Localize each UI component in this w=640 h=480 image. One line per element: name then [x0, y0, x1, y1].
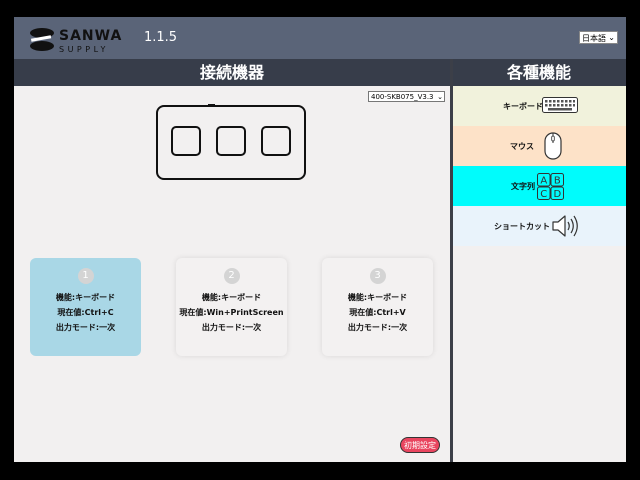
- device-key-2[interactable]: [216, 126, 246, 156]
- key-card-1[interactable]: 1 機能:キーボード 現在値:Ctrl+C 出力モード:一次: [30, 258, 141, 356]
- svg-text:D: D: [553, 189, 561, 200]
- keyboard-icon: [542, 97, 578, 113]
- function-label: マウス: [510, 142, 534, 151]
- key-output-mode: 出力モード:一次: [55, 323, 116, 332]
- key-card-3[interactable]: 3 機能:キーボード 現在値:Ctrl+V 出力モード:一次: [322, 258, 433, 356]
- key-current-value: 現在値:Win+PrintScreen: [179, 308, 284, 317]
- function-keyboard[interactable]: キーボード: [453, 86, 626, 126]
- key-current-value: 現在値:Ctrl+V: [349, 308, 406, 317]
- svg-text:B: B: [554, 176, 561, 187]
- abcd-icon: AB CD: [537, 173, 564, 200]
- language-select[interactable]: 日本語 ⌄: [579, 31, 618, 44]
- device-key-1[interactable]: [171, 126, 201, 156]
- key-current-value: 現在値:Ctrl+C: [57, 308, 114, 317]
- language-select-value: 日本語: [582, 34, 606, 43]
- key-number-badge: 2: [223, 268, 240, 284]
- key-function: 機能:キーボード: [55, 293, 116, 302]
- function-mouse[interactable]: マウス: [453, 126, 626, 166]
- device-notch: [208, 104, 215, 107]
- svg-text:SUPPLY: SUPPLY: [59, 45, 109, 54]
- key-function: 機能:キーボード: [201, 293, 262, 302]
- key-output-mode: 出力モード:一次: [201, 323, 262, 332]
- device-key-3[interactable]: [261, 126, 291, 156]
- function-label: キーボード: [503, 102, 543, 111]
- svg-text:C: C: [540, 189, 547, 200]
- header-bar: SANWA SUPPLY 1.1.5 日本語 ⌄: [14, 17, 626, 59]
- key-function: 機能:キーボード: [347, 293, 408, 302]
- mouse-icon: [544, 132, 562, 160]
- function-label: 文字列: [511, 182, 535, 191]
- sanwa-supply-logo: SANWA SUPPLY: [30, 28, 122, 54]
- model-select[interactable]: 400-SKB075_V3.3 ⌄: [368, 91, 445, 102]
- svg-text:SANWA: SANWA: [59, 28, 122, 44]
- chevron-down-icon: ⌄: [437, 93, 443, 101]
- model-select-value: 400-SKB075_V3.3: [371, 93, 434, 101]
- functions-title: 各種機能: [452, 59, 626, 86]
- chevron-down-icon: ⌄: [608, 33, 615, 42]
- reset-button[interactable]: 初期設定: [400, 437, 440, 453]
- function-text[interactable]: 文字列 AB CD: [453, 166, 626, 206]
- app-version: 1.1.5: [144, 30, 178, 45]
- function-label: ショートカット: [494, 222, 550, 231]
- key-output-mode: 出力モード:一次: [347, 323, 408, 332]
- speaker-icon: [552, 215, 578, 237]
- connected-device-title: 接続機器: [14, 59, 450, 86]
- device-diagram: [156, 104, 306, 180]
- key-number-badge: 1: [77, 268, 94, 284]
- app-window: SANWA SUPPLY 1.1.5 日本語 ⌄ 接続機器 各種機能 400-S…: [14, 17, 626, 462]
- key-number-badge: 3: [369, 268, 386, 284]
- key-card-2[interactable]: 2 機能:キーボード 現在値:Win+PrintScreen 出力モード:一次: [176, 258, 287, 356]
- function-shortcut[interactable]: ショートカット: [453, 206, 626, 246]
- svg-text:A: A: [540, 176, 547, 187]
